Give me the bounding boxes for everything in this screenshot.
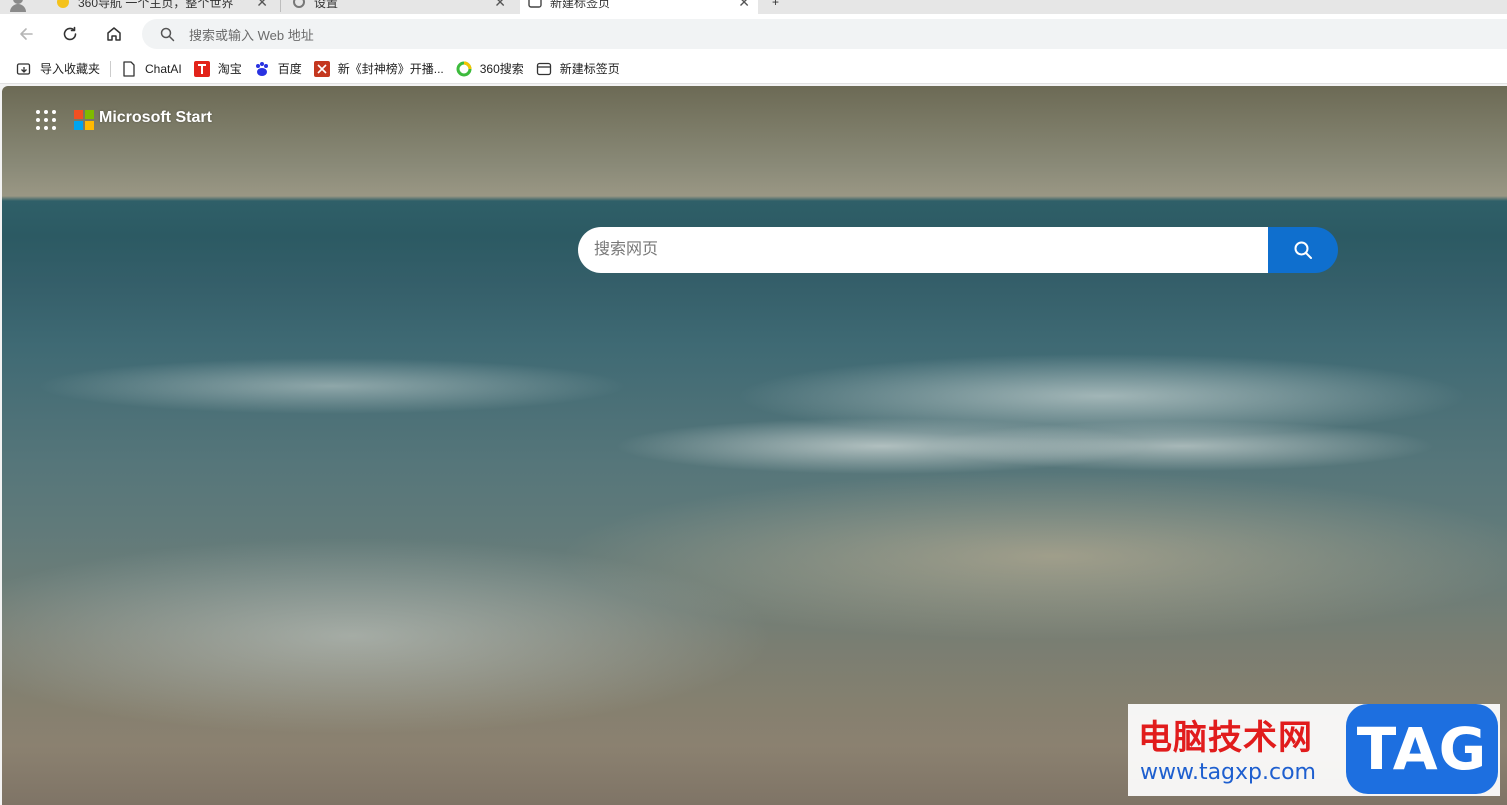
tab-settings[interactable]: 设置 ✕ (284, 0, 514, 14)
logo-square-blue (74, 121, 83, 130)
new-tab-icon (536, 61, 552, 77)
web-search-input[interactable] (578, 227, 1268, 273)
page-icon (121, 60, 137, 77)
grid-dot-icon (52, 118, 56, 122)
taobao-icon (193, 60, 210, 77)
watermark: 电脑技术网 www.tagxp.com TAG (1128, 704, 1500, 796)
profile-button[interactable] (0, 0, 40, 14)
watermark-title: 电脑技术网 (1138, 718, 1313, 758)
360-search-icon (456, 61, 472, 77)
tab-label: 设置 (314, 0, 339, 10)
search-icon (1294, 241, 1312, 259)
tab-label: 新建标签页 (550, 0, 611, 10)
plus-icon: + (772, 0, 780, 9)
tab-close-icon[interactable]: ✕ (256, 0, 268, 11)
logo-square-yellow (85, 121, 94, 130)
bookmark-label: 360搜索 (479, 62, 524, 76)
search-icon (160, 27, 175, 41)
new-tab-button[interactable]: + (764, 0, 788, 14)
watermark-url: www.tagxp.com (1140, 760, 1316, 785)
tab-label: 360导航 一个主页，整个世界 (78, 0, 234, 10)
gear-icon (293, 0, 305, 8)
home-icon (107, 27, 121, 41)
import-favorites-icon (16, 61, 32, 77)
tab-divider (280, 0, 281, 12)
new-tab-favicon-icon (528, 0, 542, 8)
bookmark-new-tab[interactable]: 新建标签页 (530, 57, 626, 81)
bookmarks-bar: 导入收藏夹 ChatAI 淘宝 百度 新《封神榜》开播... 360搜索 新建标… (0, 54, 1507, 84)
news-icon (313, 60, 330, 77)
grid-dot-icon (36, 126, 40, 130)
bookmark-baidu[interactable]: 百度 (248, 57, 308, 81)
address-placeholder: 搜索或输入 Web 地址 (189, 27, 314, 43)
web-search-button[interactable] (1268, 227, 1338, 273)
bookmark-label: ChatAI (145, 61, 182, 76)
tab-close-icon[interactable]: ✕ (494, 0, 506, 11)
grid-dot-icon (52, 110, 56, 114)
bookmark-360-search[interactable]: 360搜索 (450, 57, 530, 81)
logo-square-red (74, 110, 83, 119)
grid-dot-icon (36, 110, 40, 114)
new-tab-page: Microsoft Start (2, 86, 1507, 805)
bookmark-label: 导入收藏夹 (40, 62, 101, 76)
tab-new-tab[interactable]: 新建标签页 ✕ (520, 0, 758, 14)
bookmark-taobao[interactable]: 淘宝 (188, 57, 248, 81)
grid-dot-icon (44, 110, 48, 114)
web-search-box (578, 227, 1338, 273)
refresh-icon (63, 26, 77, 41)
brand-title[interactable]: Microsoft Start (99, 109, 212, 127)
bookmark-label: 百度 (277, 62, 302, 76)
bookmark-news[interactable]: 新《封神榜》开播... (308, 57, 450, 81)
watermark-badge: TAG (1346, 704, 1498, 794)
grid-dot-icon (44, 126, 48, 130)
bookmark-label: 淘宝 (217, 62, 242, 76)
bookmark-label: 新《封神榜》开播... (337, 62, 444, 76)
grid-dot-icon (44, 118, 48, 122)
tab-strip: 360导航 一个主页，整个世界 ✕ 设置 ✕ 新建标签页 ✕ + (0, 0, 1507, 14)
tab-360-nav[interactable]: 360导航 一个主页，整个世界 ✕ (48, 0, 276, 14)
app-launcher-button[interactable] (36, 110, 56, 130)
baidu-icon (254, 61, 270, 77)
navigation-toolbar: 搜索或输入 Web 地址 (0, 14, 1507, 54)
bookmark-import-favorites[interactable]: 导入收藏夹 (10, 57, 106, 81)
refresh-button[interactable] (56, 20, 84, 48)
grid-dot-icon (36, 118, 40, 122)
arrow-left-icon (20, 28, 33, 40)
bookmark-divider (110, 60, 112, 77)
360-favicon-icon (57, 0, 69, 8)
home-button[interactable] (100, 20, 128, 48)
profile-icon (10, 0, 26, 12)
bookmark-label: 新建标签页 (559, 62, 620, 76)
tab-close-icon[interactable]: ✕ (738, 0, 750, 11)
logo-square-green (85, 110, 94, 119)
bookmark-chatai[interactable]: ChatAI (115, 57, 188, 81)
microsoft-logo-icon (74, 110, 94, 130)
back-button[interactable] (12, 20, 40, 48)
address-bar[interactable]: 搜索或输入 Web 地址 (142, 19, 1507, 49)
grid-dot-icon (52, 126, 56, 130)
